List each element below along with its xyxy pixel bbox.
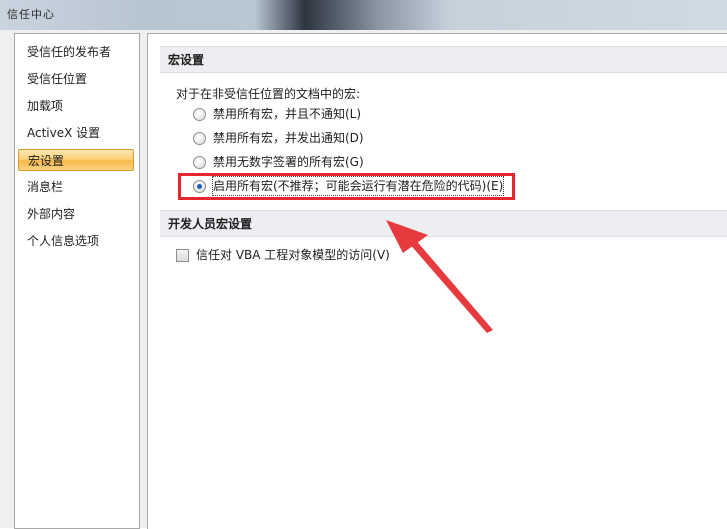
arrow-shaft — [408, 238, 493, 333]
annotation-arrow-icon — [386, 220, 493, 333]
